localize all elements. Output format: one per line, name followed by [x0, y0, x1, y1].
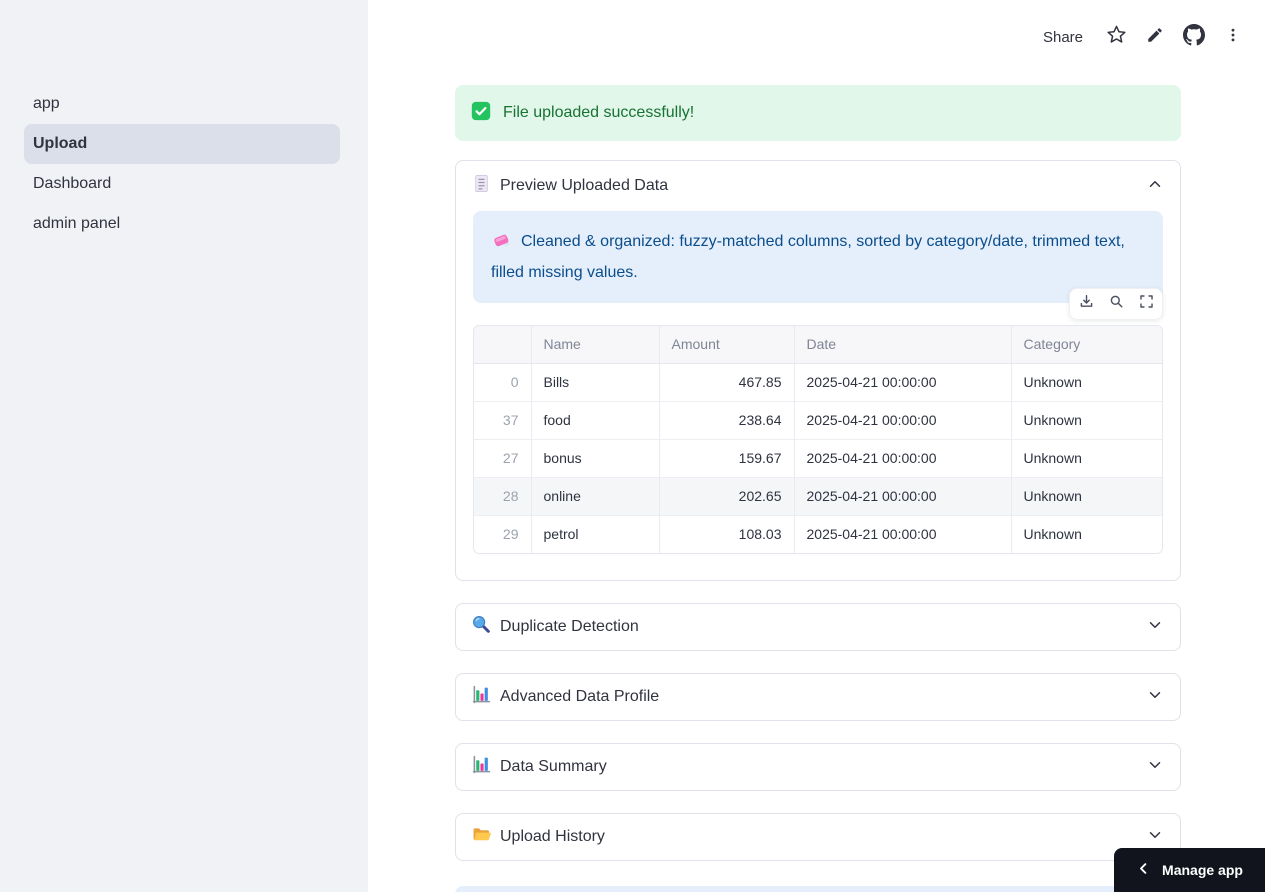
cell-index[interactable]: 37: [474, 400, 532, 439]
success-banner: File uploaded successfully!: [455, 85, 1181, 141]
cell-index[interactable]: 27: [474, 438, 532, 477]
github-button[interactable]: [1178, 21, 1210, 53]
dataframe-grid: Name Amount Date Category 0 Bills 467.85…: [473, 325, 1163, 554]
cell-category[interactable]: Unknown: [1011, 400, 1162, 439]
manage-app-label: Manage app: [1162, 862, 1243, 878]
preview-expander-body: Cleaned & organized: fuzzy-matched colum…: [456, 211, 1180, 580]
cell-amount[interactable]: 238.64: [659, 400, 795, 439]
cell-date[interactable]: 2025-04-21 00:00:00: [794, 476, 1012, 515]
overflow-menu-button[interactable]: [1217, 21, 1249, 53]
check-mark-button-icon: [471, 101, 491, 126]
chevron-down-icon: [1146, 826, 1164, 849]
cell-date[interactable]: 2025-04-21 00:00:00: [794, 363, 1012, 401]
duplicate-detection-expander[interactable]: Duplicate Detection: [455, 603, 1181, 651]
expander-title: Duplicate Detection: [500, 618, 639, 635]
chevron-up-icon: [1146, 175, 1164, 198]
cleaning-info-text: Cleaned & organized: fuzzy-matched colum…: [491, 233, 1125, 281]
github-icon: [1183, 23, 1205, 51]
search-icon: [1108, 293, 1125, 315]
sidebar-item-label: Dashboard: [33, 175, 112, 192]
search-button[interactable]: [1102, 291, 1130, 317]
expander-title: Data Summary: [500, 758, 607, 775]
download-button[interactable]: [1072, 291, 1100, 317]
open-folder-icon: [472, 825, 491, 849]
sidebar-item-label: app: [33, 95, 60, 112]
bar-chart-icon: [472, 755, 491, 779]
upload-history-expander[interactable]: Upload History: [455, 813, 1181, 861]
fullscreen-icon: [1138, 293, 1155, 315]
app-window: app Upload Dashboard admin panel Share F…: [0, 0, 1265, 892]
kebab-menu-icon: [1224, 26, 1242, 49]
sidebar-item-dashboard[interactable]: Dashboard: [24, 164, 340, 204]
sidebar-item-app[interactable]: app: [24, 84, 340, 124]
column-header-category[interactable]: Category: [1011, 326, 1162, 364]
table-header-row: Name Amount Date Category: [474, 326, 1162, 364]
column-header-date[interactable]: Date: [794, 326, 1012, 364]
cell-name[interactable]: food: [531, 400, 660, 439]
table-row: 27 bonus 159.67 2025-04-21 00:00:00 Unkn…: [474, 438, 1162, 477]
download-icon: [1078, 293, 1095, 315]
manage-app-button[interactable]: Manage app: [1114, 848, 1265, 892]
bar-chart-icon: [472, 685, 491, 709]
magnifier-icon: [472, 615, 491, 639]
cell-index[interactable]: 29: [474, 514, 532, 553]
sidebar-item-upload[interactable]: Upload: [24, 124, 340, 164]
info-box-partial: [455, 886, 1181, 892]
column-header-index[interactable]: [474, 326, 532, 364]
chevron-down-icon: [1146, 756, 1164, 779]
sidebar-nav: app Upload Dashboard admin panel: [24, 84, 340, 244]
cell-index[interactable]: 0: [474, 363, 532, 401]
page-document-icon: [472, 174, 491, 198]
cleaning-info-box: Cleaned & organized: fuzzy-matched colum…: [473, 211, 1163, 303]
cell-date[interactable]: 2025-04-21 00:00:00: [794, 438, 1012, 477]
dataframe-toolbar: [1069, 288, 1163, 320]
cell-amount[interactable]: 108.03: [659, 514, 795, 553]
cell-category[interactable]: Unknown: [1011, 476, 1162, 515]
cell-category[interactable]: Unknown: [1011, 514, 1162, 553]
table-row: 0 Bills 467.85 2025-04-21 00:00:00 Unkno…: [474, 363, 1162, 401]
preview-uploaded-data-expander: Preview Uploaded Data Cleaned & organize…: [455, 160, 1181, 581]
cell-name[interactable]: petrol: [531, 514, 660, 553]
cell-amount[interactable]: 202.65: [659, 476, 795, 515]
cell-date[interactable]: 2025-04-21 00:00:00: [794, 400, 1012, 439]
cell-date[interactable]: 2025-04-21 00:00:00: [794, 514, 1012, 553]
table-row: 37 food 238.64 2025-04-21 00:00:00 Unkno…: [474, 400, 1162, 439]
advanced-data-profile-expander[interactable]: Advanced Data Profile: [455, 673, 1181, 721]
sidebar-item-label: admin panel: [33, 215, 121, 232]
dataframe: Name Amount Date Category 0 Bills 467.85…: [473, 288, 1163, 554]
sidebar-item-admin-panel[interactable]: admin panel: [24, 204, 340, 244]
cell-category[interactable]: Unknown: [1011, 438, 1162, 477]
chevron-down-icon: [1146, 616, 1164, 639]
soap-icon: [491, 229, 512, 259]
fullscreen-button[interactable]: [1132, 291, 1160, 317]
column-header-amount[interactable]: Amount: [659, 326, 795, 364]
cell-name[interactable]: online: [531, 476, 660, 515]
success-message: File uploaded successfully!: [503, 104, 695, 121]
main-content: File uploaded successfully! Preview Uplo…: [455, 0, 1181, 892]
cell-name[interactable]: bonus: [531, 438, 660, 477]
chevron-down-icon: [1146, 686, 1164, 709]
cell-index[interactable]: 28: [474, 476, 532, 515]
cell-category[interactable]: Unknown: [1011, 363, 1162, 401]
column-header-name[interactable]: Name: [531, 326, 660, 364]
sidebar-item-label: Upload: [33, 135, 88, 152]
expander-title: Upload History: [500, 828, 605, 845]
cell-name[interactable]: Bills: [531, 363, 660, 401]
cell-amount[interactable]: 159.67: [659, 438, 795, 477]
chevron-left-icon: [1136, 861, 1151, 879]
data-summary-expander[interactable]: Data Summary: [455, 743, 1181, 791]
table-row: 29 petrol 108.03 2025-04-21 00:00:00 Unk…: [474, 514, 1162, 553]
sidebar: app Upload Dashboard admin panel: [0, 0, 368, 892]
cell-amount[interactable]: 467.85: [659, 363, 795, 401]
expander-title: Advanced Data Profile: [500, 688, 660, 705]
expander-title: Preview Uploaded Data: [500, 177, 669, 194]
preview-expander-header[interactable]: Preview Uploaded Data: [456, 161, 1180, 211]
table-row: 28 online 202.65 2025-04-21 00:00:00 Unk…: [474, 476, 1162, 515]
